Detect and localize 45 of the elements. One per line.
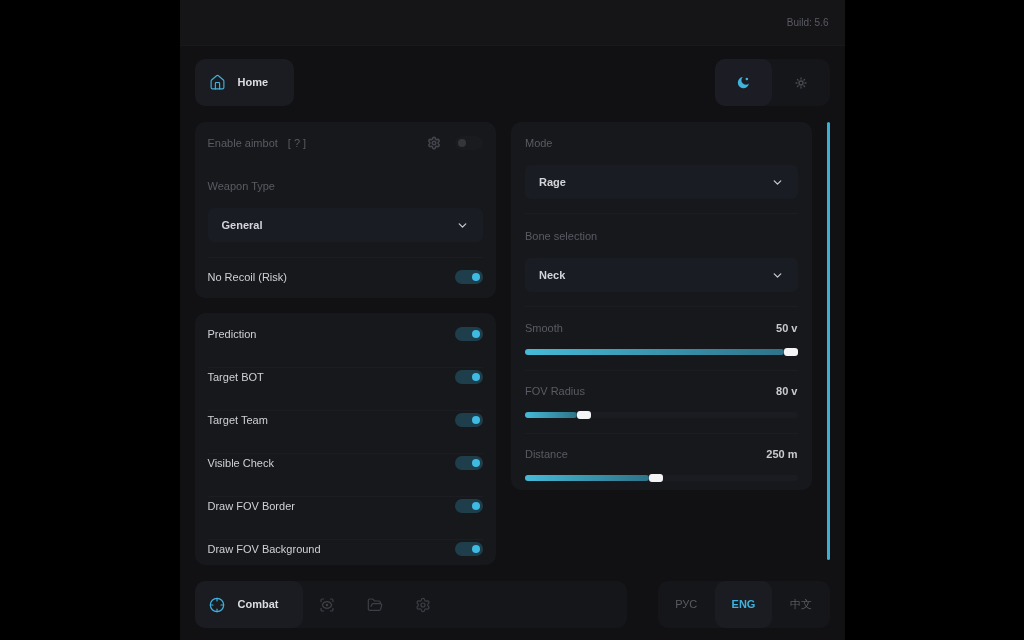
field-label: Mode xyxy=(524,136,554,151)
build-version: Build: 5.6 xyxy=(786,16,829,30)
slider-thumb[interactable] xyxy=(649,473,664,482)
setting-label: Target Team xyxy=(207,412,268,428)
slider-track[interactable] xyxy=(524,411,798,418)
slider-thumb[interactable] xyxy=(576,410,591,419)
slider-thumb[interactable] xyxy=(783,347,798,356)
crosshair-icon xyxy=(208,596,225,613)
setting-label: Enable aimbot xyxy=(207,135,278,151)
scan-eye-icon xyxy=(318,596,335,613)
slider-reading: 250 m xyxy=(766,446,798,462)
toggle-switch[interactable] xyxy=(454,413,483,427)
setting-label: Draw FOV Background xyxy=(207,541,321,557)
folder-icon xyxy=(366,596,383,613)
field-label: Bone selection xyxy=(524,229,599,244)
setting-label: Prediction xyxy=(207,326,257,342)
setting-label: Draw FOV Border xyxy=(207,498,295,514)
settings-icon xyxy=(414,596,431,613)
slider-track[interactable] xyxy=(524,474,798,481)
select-dropdown[interactable]: Neck xyxy=(524,258,798,292)
toggle-switch[interactable] xyxy=(454,270,483,284)
slider-label: FOV Radius xyxy=(524,383,585,399)
slider-label: Distance xyxy=(524,446,568,462)
select-dropdown[interactable]: Rage xyxy=(524,165,798,199)
slider-reading: 50 v xyxy=(776,320,798,336)
toggle-switch[interactable] xyxy=(454,327,483,341)
theme-option[interactable] xyxy=(714,59,772,106)
toggle-switch[interactable] xyxy=(454,499,483,513)
language-tab[interactable]: ENG xyxy=(714,581,773,628)
scrollbar-thumb[interactable] xyxy=(826,122,830,560)
toggle-switch[interactable] xyxy=(454,542,483,556)
setting-label: Target BOT xyxy=(207,369,264,385)
weapon-type-dropdown[interactable]: General xyxy=(207,208,483,242)
moon-icon xyxy=(736,76,750,89)
setting-label: No Recoil (Risk) xyxy=(207,269,287,285)
sun-icon xyxy=(794,76,807,89)
field-label: Weapon Type xyxy=(207,179,276,193)
toggle-switch[interactable] xyxy=(454,456,483,470)
home-icon xyxy=(208,74,226,91)
setting-label: Visible Check xyxy=(207,455,274,471)
nav-tab[interactable]: Combat xyxy=(194,581,303,628)
toggle-switch[interactable] xyxy=(454,370,483,384)
slider-reading: 80 v xyxy=(776,383,798,399)
slider-label: Smooth xyxy=(524,320,563,336)
home-button[interactable]: Home xyxy=(194,59,294,106)
